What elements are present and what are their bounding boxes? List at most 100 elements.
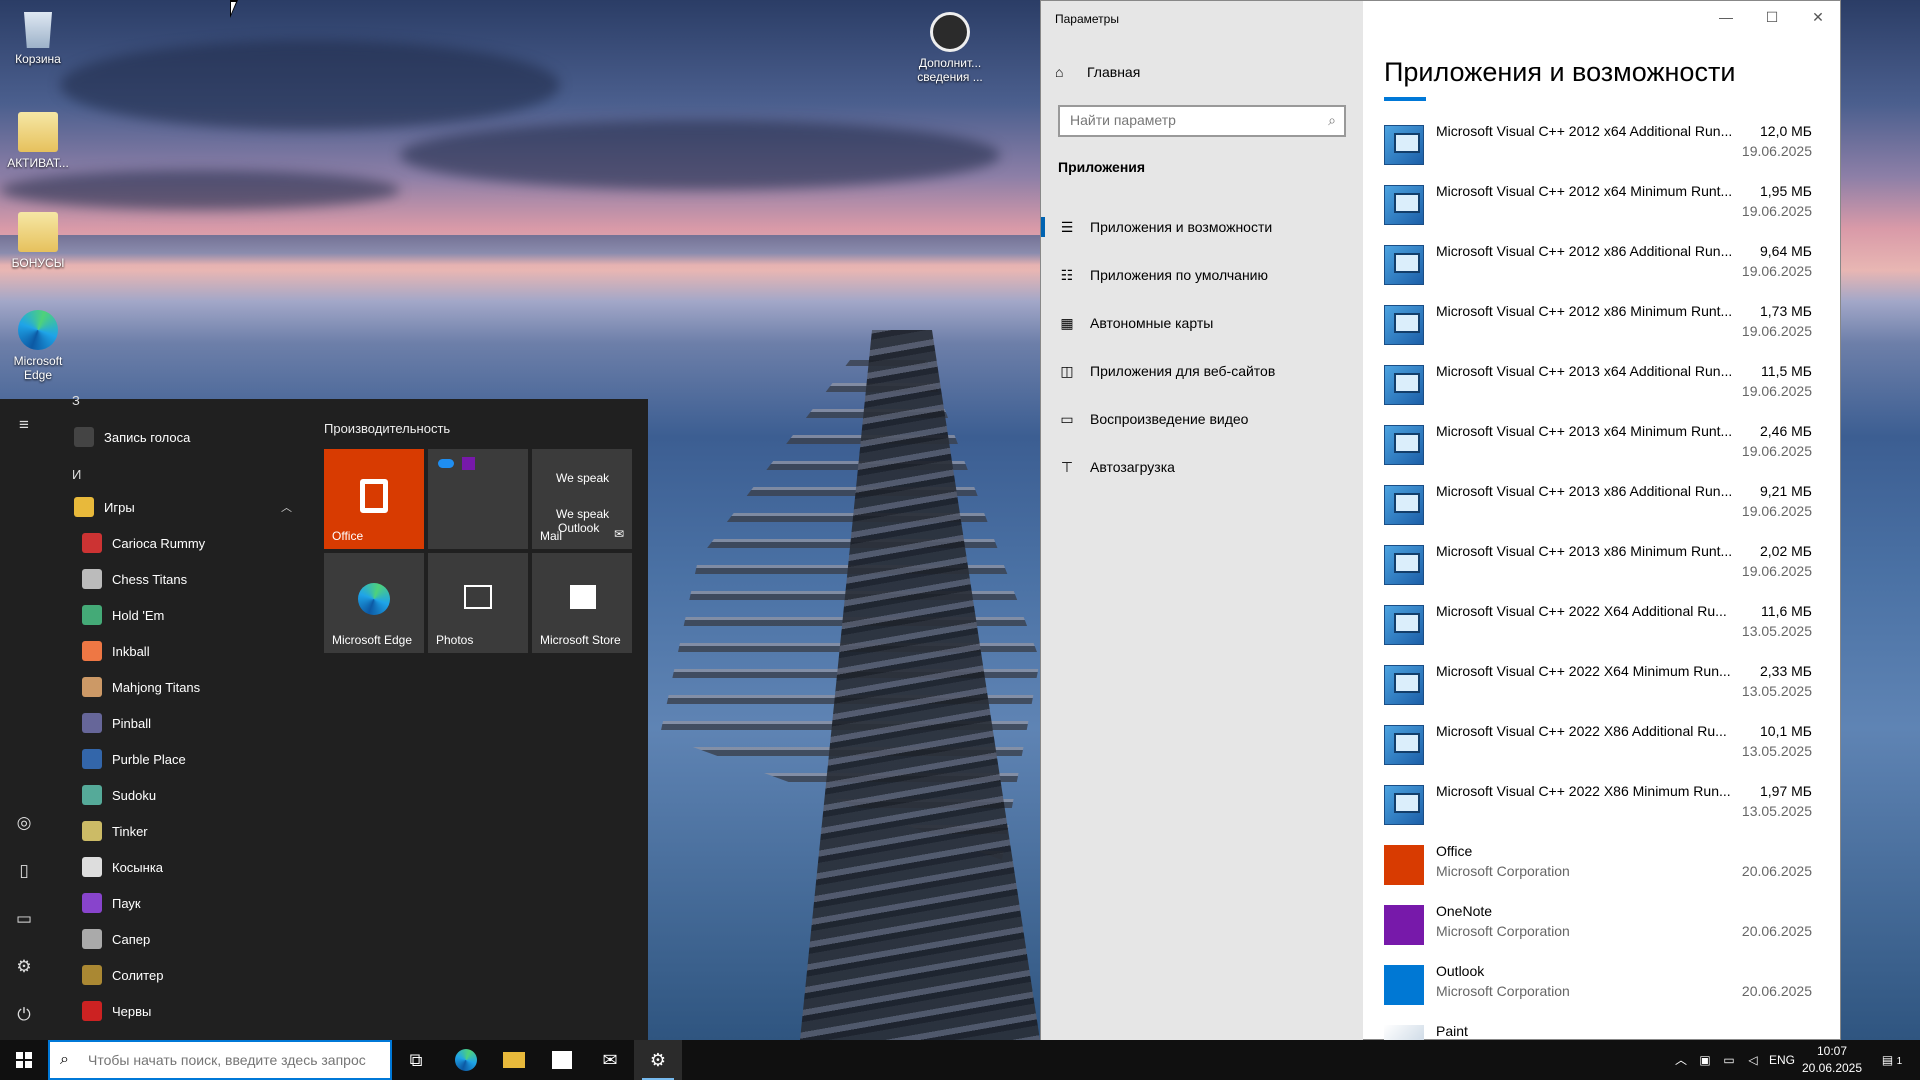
game-icon xyxy=(82,713,102,733)
taskbar-edge[interactable] xyxy=(442,1040,490,1080)
installed-app-row[interactable]: Microsoft Visual C++ 2022 X64 Minimum Ru… xyxy=(1384,659,1824,719)
app-game-item[interactable]: Carioca Rummy xyxy=(64,527,304,559)
app-size: 2,33 МБ xyxy=(1760,663,1812,679)
app-game-item[interactable]: Mahjong Titans xyxy=(64,671,304,703)
installed-app-row[interactable]: OneNote Microsoft Corporation 20.06.2025 xyxy=(1384,899,1824,959)
nav-default-apps[interactable]: ☷ Приложения по умолчанию xyxy=(1041,255,1363,295)
nav-offline-maps[interactable]: ▦ Автономные карты xyxy=(1041,303,1363,343)
installed-app-row[interactable]: Microsoft Visual C++ 2013 x86 Additional… xyxy=(1384,479,1824,539)
tile-store[interactable]: Microsoft Store xyxy=(532,553,632,653)
installed-app-row[interactable]: Microsoft Visual C++ 2012 x64 Additional… xyxy=(1384,119,1824,179)
nav-home-label: Главная xyxy=(1087,64,1141,80)
app-game-item[interactable]: Chess Titans xyxy=(64,563,304,595)
desktop-icon-edge[interactable]: Microsoft Edge xyxy=(0,310,76,382)
games-folder[interactable]: Игры ︿ xyxy=(64,491,304,523)
game-icon xyxy=(82,1001,102,1021)
installed-app-row[interactable]: Office Microsoft Corporation 20.06.2025 xyxy=(1384,839,1824,899)
app-game-item[interactable]: Purble Place xyxy=(64,743,304,775)
edge-icon xyxy=(18,310,58,350)
installer-icon xyxy=(1384,665,1424,705)
power-icon[interactable]: ⏻ xyxy=(12,1003,36,1027)
taskbar-settings[interactable]: ⚙ xyxy=(634,1040,682,1080)
tile-label: Mail xyxy=(540,529,563,543)
app-game-item[interactable]: Sudoku xyxy=(64,779,304,811)
app-name: Office xyxy=(1436,843,1473,859)
app-game-item[interactable]: Tinker xyxy=(64,815,304,847)
desktop-icon-recycle-bin[interactable]: Корзина xyxy=(0,8,76,66)
letter-header[interactable]: З xyxy=(72,393,80,408)
installed-app-row[interactable]: Microsoft Visual C++ 2022 X86 Minimum Ru… xyxy=(1384,779,1824,839)
installed-app-row[interactable]: Microsoft Visual C++ 2012 x64 Minimum Ru… xyxy=(1384,179,1824,239)
app-game-item[interactable]: Hold 'Em xyxy=(64,599,304,631)
taskbar-search-box[interactable]: ⌕ xyxy=(48,1040,392,1080)
app-size: 11,5 МБ xyxy=(1761,363,1812,379)
app-label: Pinball xyxy=(112,715,152,731)
taskbar-search-input[interactable] xyxy=(88,1052,388,1068)
installer-icon xyxy=(1384,485,1424,525)
nav-startup[interactable]: ⊤ Автозагрузка xyxy=(1041,447,1363,487)
app-voice-recorder[interactable]: Запись голоса xyxy=(64,421,304,453)
task-view-button[interactable]: ⧉ xyxy=(392,1040,440,1080)
nav-home[interactable]: ⌂ Главная xyxy=(1055,64,1140,80)
installed-app-row[interactable]: Microsoft Visual C++ 2013 x86 Minimum Ru… xyxy=(1384,539,1824,599)
documents-icon[interactable]: ▯ xyxy=(12,859,36,883)
app-game-item[interactable]: Косынка xyxy=(64,851,304,883)
settings-search-input[interactable]: Найти параметр ⌕ xyxy=(1058,105,1346,137)
taskbar-clock[interactable]: 10:07 20.06.2025 xyxy=(1800,1043,1864,1077)
installed-app-row[interactable]: Outlook Microsoft Corporation 20.06.2025 xyxy=(1384,959,1824,1019)
nav-apps-websites[interactable]: ◫ Приложения для веб-сайтов xyxy=(1041,351,1363,391)
taskbar-explorer[interactable] xyxy=(490,1040,538,1080)
paint-icon xyxy=(1384,1025,1424,1041)
app-game-item[interactable]: Червы xyxy=(64,995,304,1027)
tray-device-icon[interactable]: ▣ xyxy=(1694,1040,1716,1080)
app-game-item[interactable]: Pinball xyxy=(64,707,304,739)
video-icon: ▭ xyxy=(1060,410,1074,427)
installed-app-row[interactable]: Paint xyxy=(1384,1019,1824,1041)
menu-icon[interactable]: ≡ xyxy=(12,413,36,437)
start-button[interactable] xyxy=(0,1040,48,1080)
mail-preview-text: Outlook xyxy=(558,521,600,535)
app-publisher: Microsoft Corporation xyxy=(1436,983,1570,999)
info-icon xyxy=(930,12,970,52)
installed-app-row[interactable]: Microsoft Visual C++ 2012 x86 Minimum Ru… xyxy=(1384,299,1824,359)
tile-office[interactable]: Office xyxy=(324,449,424,549)
settings-icon[interactable]: ⚙ xyxy=(12,955,36,979)
tray-expand-chevron-icon[interactable]: ︿ xyxy=(1670,1040,1692,1080)
app-game-item[interactable]: Сапер xyxy=(64,923,304,955)
installer-icon xyxy=(1384,425,1424,465)
installed-app-row[interactable]: Microsoft Visual C++ 2013 x64 Additional… xyxy=(1384,359,1824,419)
volume-icon[interactable]: ◁ xyxy=(1742,1040,1764,1080)
letter-header[interactable]: И xyxy=(72,467,81,482)
window-title: Параметры xyxy=(1055,12,1119,26)
settings-sidebar: Параметры ⌂ Главная Найти параметр ⌕ При… xyxy=(1041,1,1363,1041)
nav-apps-features[interactable]: ☰ Приложения и возможности xyxy=(1041,207,1363,247)
desktop-icon-bonus-folder[interactable]: БОНУСЫ xyxy=(0,212,76,270)
language-indicator[interactable]: ENG xyxy=(1766,1040,1798,1080)
action-center-button[interactable]: ▤ 1 xyxy=(1872,1040,1912,1080)
apps-features-pane: Приложения и возможности Microsoft Visua… xyxy=(1363,1,1841,1041)
user-icon[interactable]: ◎ xyxy=(12,811,36,835)
desktop-icon-label: АКТИВАТ... xyxy=(7,156,69,170)
installed-app-row[interactable]: Microsoft Visual C++ 2012 x86 Additional… xyxy=(1384,239,1824,299)
pictures-icon[interactable]: ▭ xyxy=(12,907,36,931)
game-icon xyxy=(82,749,102,769)
installed-app-row[interactable]: Microsoft Visual C++ 2022 X64 Additional… xyxy=(1384,599,1824,659)
app-name: Microsoft Visual C++ 2012 x86 Minimum Ru… xyxy=(1436,303,1733,319)
tile-photos[interactable]: Photos xyxy=(428,553,528,653)
nav-video-playback[interactable]: ▭ Воспроизведение видео xyxy=(1041,399,1363,439)
app-date: 20.06.2025 xyxy=(1741,923,1812,939)
installed-app-row[interactable]: Microsoft Visual C++ 2013 x64 Minimum Ru… xyxy=(1384,419,1824,479)
app-game-item[interactable]: Паук xyxy=(64,887,304,919)
desktop-icon-activator-folder[interactable]: АКТИВАТ... xyxy=(0,112,76,170)
taskbar-mail[interactable]: ✉ xyxy=(586,1040,634,1080)
game-icon xyxy=(82,785,102,805)
app-game-item[interactable]: Солитер xyxy=(64,959,304,991)
taskbar-store[interactable] xyxy=(538,1040,586,1080)
network-icon[interactable]: ▭ xyxy=(1718,1040,1740,1080)
app-game-item[interactable]: Inkball xyxy=(64,635,304,667)
installed-app-row[interactable]: Microsoft Visual C++ 2022 X86 Additional… xyxy=(1384,719,1824,779)
tile-edge[interactable]: Microsoft Edge xyxy=(324,553,424,653)
tile-mail[interactable]: We speak We speak Outlook Mail ✉ xyxy=(532,449,632,549)
tile-onedrive-onenote[interactable] xyxy=(428,449,528,549)
desktop-icon-additional-info[interactable]: Дополнит... сведения ... xyxy=(912,12,988,84)
